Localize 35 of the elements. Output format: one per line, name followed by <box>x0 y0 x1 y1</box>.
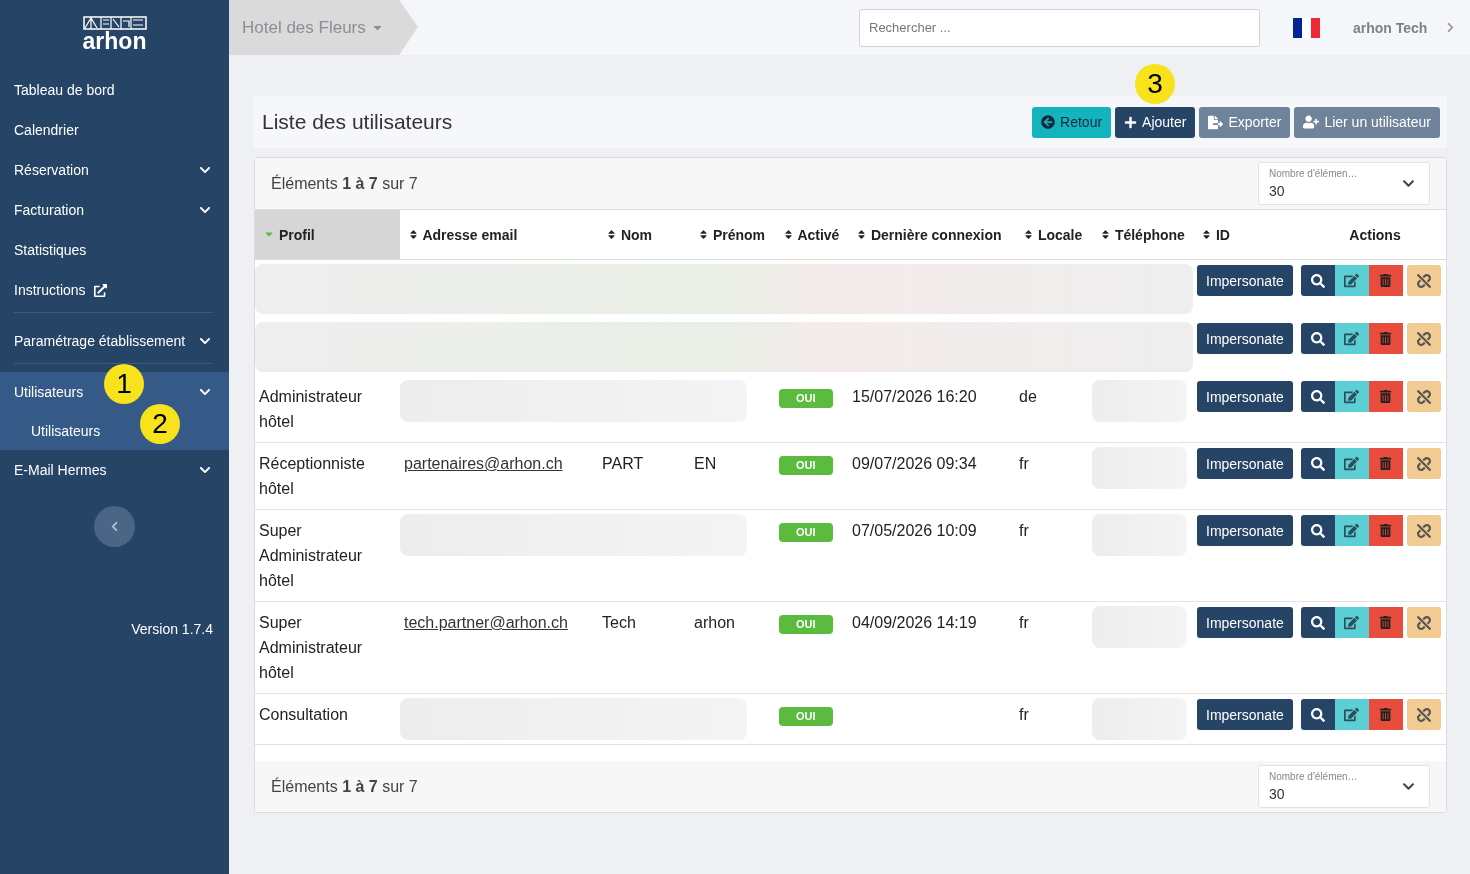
active-badge: OUI <box>779 389 833 408</box>
last-name-cell: PART <box>602 455 644 472</box>
page-size-value: 30 <box>1269 786 1286 802</box>
column-header: Actions <box>1300 209 1446 260</box>
first-name-cell: arhon <box>694 614 735 631</box>
annotation-tooltip: 3 <box>1135 63 1176 104</box>
last-name-cell: Tech <box>602 614 636 631</box>
profile-cell: Administrateur hôtel <box>259 388 363 430</box>
locale-cell: fr <box>1019 614 1029 631</box>
first-name-cell: EN <box>694 455 717 472</box>
last-login-cell: 07/05/2026 10:09 <box>852 522 977 539</box>
annotation-tooltip: 1 <box>104 364 144 404</box>
items-count: Éléments 1 à 7 sur 7 <box>271 174 418 193</box>
locale-cell: de <box>1019 388 1037 405</box>
active-badge: OUI <box>779 707 833 726</box>
profile-cell: Super Administrateur hôtel <box>259 614 363 681</box>
active-badge: OUI <box>779 615 833 634</box>
profile-cell: Réceptionniste hôtel <box>259 455 365 497</box>
logo-text: arhon <box>82 30 147 52</box>
locale-cell: fr <box>1019 706 1029 723</box>
last-login-cell: 04/09/2026 14:19 <box>852 614 977 631</box>
last-login-cell: 15/07/2026 16:20 <box>852 388 977 405</box>
profile-cell: Super Administrateur hôtel <box>259 522 363 589</box>
page-size-label: Nombre d'élémen… <box>1269 771 1358 782</box>
items-count: Éléments 1 à 7 sur 7 <box>271 777 418 796</box>
active-badge: OUI <box>779 523 833 542</box>
locale-cell: fr <box>1019 455 1029 472</box>
last-login-cell: 09/07/2026 09:34 <box>852 455 977 472</box>
active-badge: OUI <box>779 456 833 475</box>
page-size-value: 30 <box>1269 183 1286 199</box>
profile-cell: Consultation <box>259 706 348 723</box>
locale-cell: fr <box>1019 522 1029 539</box>
page-title: Liste des utilisateurs <box>262 110 453 134</box>
version-text: Version 1.7.4 <box>131 621 213 637</box>
page-size-label: Nombre d'élémen… <box>1269 168 1358 179</box>
